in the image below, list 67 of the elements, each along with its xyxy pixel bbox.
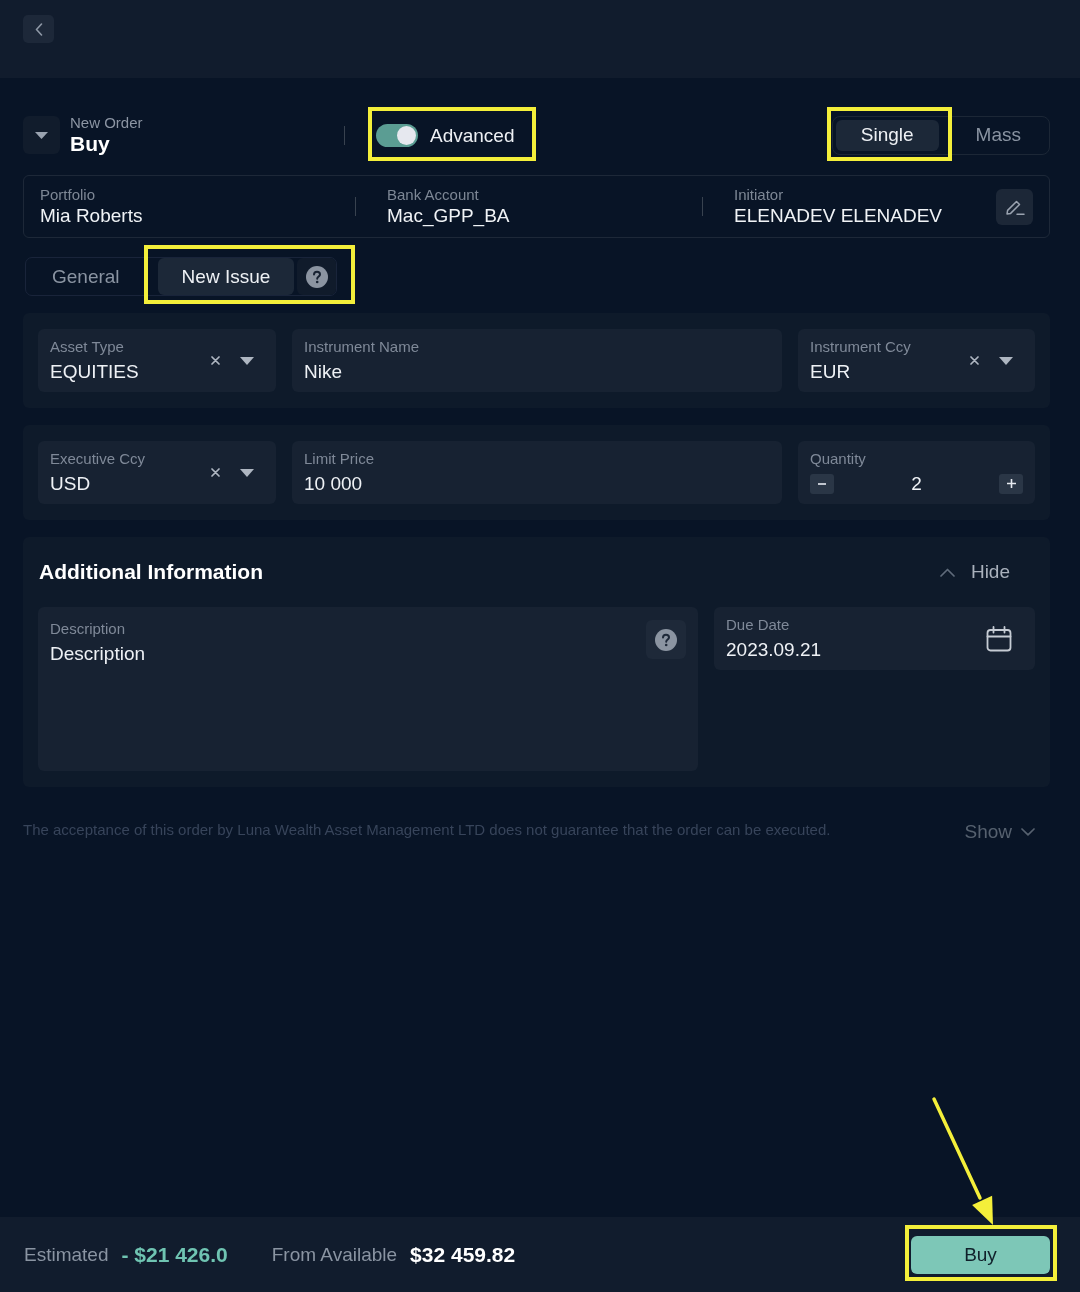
available-label: From Available <box>271 1243 398 1266</box>
info-value: ELENADEV ELENADEV <box>734 204 944 227</box>
help-button[interactable] <box>646 620 686 659</box>
help-button[interactable] <box>297 258 337 295</box>
info-value: Mac_GPP_BA <box>387 204 511 227</box>
input-field[interactable]: Limit Price 10 000 <box>292 441 782 504</box>
field-label: Quantity <box>810 450 867 468</box>
field-value: EUR <box>810 360 852 383</box>
info-label: Initiator <box>734 186 785 204</box>
plus-icon <box>1006 479 1016 488</box>
field-value: 10 000 <box>304 472 364 495</box>
estimated-amount: - $21 426.0 <box>121 1242 228 1267</box>
available-amount: $32 459.82 <box>410 1242 516 1267</box>
input-field[interactable]: Instrument Name Nike <box>292 329 782 392</box>
clear-icon[interactable] <box>970 356 979 365</box>
increment-button[interactable] <box>999 473 1023 494</box>
tab[interactable]: New Issue <box>157 258 295 295</box>
caret-down-icon[interactable] <box>240 468 254 477</box>
section-title: Additional Information <box>38 560 264 584</box>
back-button[interactable] <box>23 15 54 43</box>
field-value: 2 <box>910 472 923 495</box>
caret-down-icon <box>35 131 48 139</box>
estimated-label: Estimated <box>24 1243 109 1266</box>
field-label: Description <box>50 620 127 638</box>
help-icon <box>305 265 328 288</box>
clear-icon[interactable] <box>211 468 220 477</box>
chevron-down-icon <box>1021 828 1035 836</box>
edit-button[interactable] <box>996 188 1033 225</box>
field-label: Asset Type <box>50 338 125 356</box>
order-label: New Order <box>70 114 144 132</box>
field-label: Executive Ccy <box>50 450 147 468</box>
order-side: Buy <box>70 132 111 156</box>
info-label: Bank Account <box>387 186 480 204</box>
quantity-stepper[interactable]: Quantity 2 <box>798 441 1035 504</box>
field-label: Instrument Ccy <box>810 338 912 356</box>
chevron-left-icon <box>34 22 43 36</box>
field-label: Instrument Name <box>304 338 421 356</box>
field-value: USD <box>50 472 92 495</box>
field-label: Limit Price <box>304 450 375 468</box>
tab[interactable]: General <box>26 258 146 295</box>
mode-tab[interactable]: Mass <box>950 119 1046 151</box>
dropdown-field[interactable]: Instrument Ccy EUR <box>798 329 1035 392</box>
order-type-dropdown[interactable] <box>23 116 60 154</box>
field-label: Due Date <box>726 616 791 634</box>
mode-tab[interactable]: Single <box>835 119 939 151</box>
calendar-icon[interactable] <box>986 625 1012 652</box>
collapse-toggle[interactable]: Hide <box>939 561 1010 583</box>
text-area[interactable]: Description Description <box>38 607 698 771</box>
field-value: Nike <box>304 360 343 383</box>
info-value: Mia Roberts <box>40 204 144 227</box>
date-field[interactable]: Due Date 2023.09.21 <box>714 607 1035 670</box>
minus-icon <box>818 482 826 485</box>
caret-down-icon[interactable] <box>240 356 254 365</box>
dropdown-field[interactable]: Executive Ccy USD <box>38 441 276 504</box>
advanced-switch[interactable] <box>376 123 418 147</box>
chevron-up-icon <box>939 567 955 577</box>
info-label: Portfolio <box>40 186 97 204</box>
field-value: EQUITIES <box>50 360 140 383</box>
decrement-button[interactable] <box>810 473 834 494</box>
advanced-label: Advanced <box>430 123 515 147</box>
field-value: 2023.09.21 <box>726 638 823 661</box>
help-icon <box>655 628 677 651</box>
clear-icon[interactable] <box>211 356 220 365</box>
field-value: Description <box>50 642 147 665</box>
dropdown-field[interactable]: Asset Type EQUITIES <box>38 329 276 392</box>
buy-button[interactable]: Buy <box>911 1235 1050 1274</box>
caret-down-icon[interactable] <box>999 356 1013 365</box>
